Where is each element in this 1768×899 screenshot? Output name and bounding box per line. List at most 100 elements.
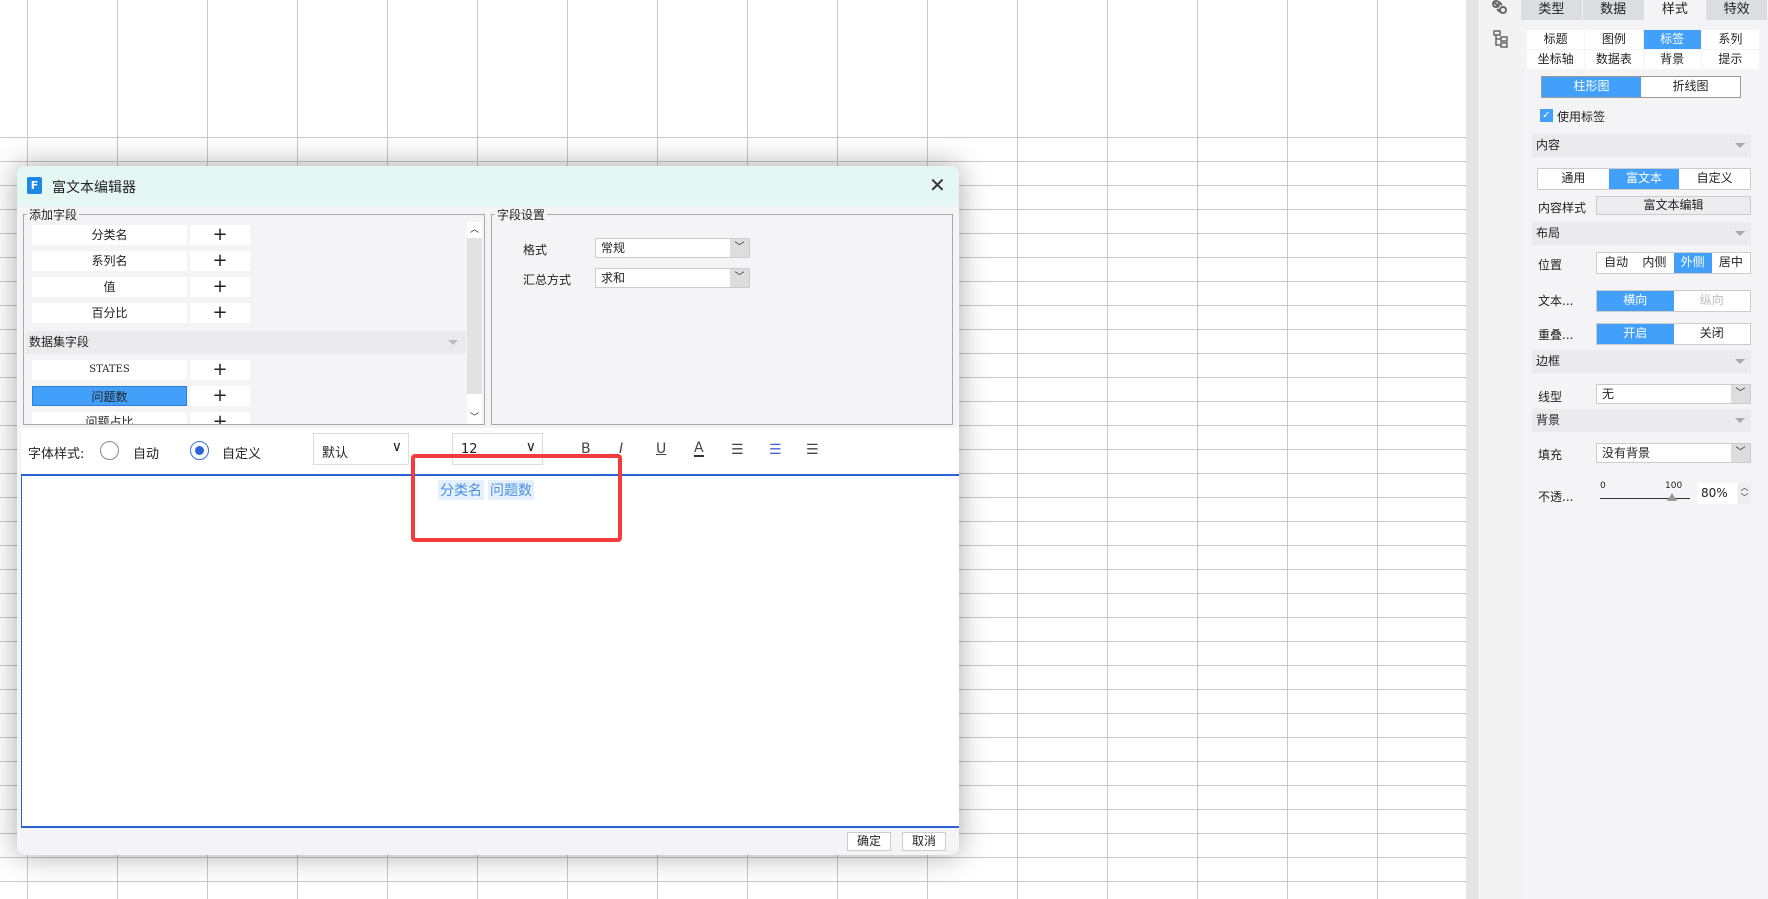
field-percent[interactable]: 百分比 <box>32 303 187 323</box>
font-family-select[interactable]: 默认 ∨ <box>313 433 409 465</box>
tab-effects[interactable]: 特效 <box>1706 0 1767 20</box>
subtab-legend[interactable]: 图例 <box>1585 30 1643 49</box>
subtab-series[interactable]: 系列 <box>1701 30 1759 49</box>
subtab-title[interactable]: 标题 <box>1527 30 1585 49</box>
opacity-max: 100 <box>1665 481 1683 491</box>
align-center-icon[interactable]: ☰ <box>769 442 782 458</box>
position-label: 位置 <box>1538 258 1563 272</box>
collapse-icon <box>1735 418 1745 423</box>
section-border[interactable]: 边框 <box>1532 350 1751 373</box>
align-right-icon[interactable]: ☰ <box>806 442 819 458</box>
radio-auto[interactable] <box>100 441 119 460</box>
position-auto[interactable]: 自动 <box>1597 253 1635 273</box>
line-type-select[interactable]: 无 ﹀ <box>1596 384 1751 404</box>
align-left-icon[interactable]: ☰ <box>731 442 744 458</box>
add-field-button[interactable]: + <box>190 360 250 380</box>
chevron-down-icon: ﹀ <box>730 239 749 257</box>
section-title: 内容 <box>1536 138 1561 152</box>
chart-type-bar[interactable]: 柱形图 <box>1542 77 1641 97</box>
use-label-checkbox[interactable]: ✓ <box>1540 109 1553 122</box>
field-series-name[interactable]: 系列名 <box>32 251 187 271</box>
opacity-input[interactable]: 80% <box>1697 483 1737 504</box>
overlap-on[interactable]: 开启 <box>1597 324 1674 344</box>
chevron-down-icon: ﹀ <box>1731 385 1750 403</box>
dialog-title: 富文本编辑器 <box>52 180 136 196</box>
overlap-off[interactable]: 关闭 <box>1674 324 1751 344</box>
richtext-edit-button[interactable]: 富文本编辑 <box>1596 196 1751 215</box>
sheet-scrollbar[interactable] <box>1466 0 1477 899</box>
opacity-spinner[interactable]: ︿ ﹀ <box>1738 483 1751 504</box>
opacity-slider-thumb[interactable] <box>1667 493 1677 501</box>
add-field-button[interactable]: + <box>190 303 250 323</box>
scroll-down-icon[interactable]: ﹀ <box>467 394 482 424</box>
chevron-down-icon: ﹀ <box>730 269 749 287</box>
list-item: 百分比 + <box>32 303 252 323</box>
opacity-min: 0 <box>1600 481 1606 491</box>
chevron-down-icon: ∨ <box>525 439 536 455</box>
list-item: 分类名 + <box>32 225 252 245</box>
cancel-button[interactable]: 取消 <box>902 832 946 851</box>
dataset-field-states[interactable]: STATES <box>32 360 187 380</box>
subtab-tooltip[interactable]: 提示 <box>1701 50 1759 69</box>
position-center[interactable]: 居中 <box>1712 253 1750 273</box>
field-value[interactable]: 值 <box>32 277 187 297</box>
tree-structure-icon[interactable] <box>1493 30 1509 48</box>
subtab-label[interactable]: 标签 <box>1643 30 1701 49</box>
highlight-annotation-box <box>411 454 622 542</box>
style-panel: 类型 数据 样式 特效 标题 图例 标签 系列 坐标轴 数据表 背景 提示 柱形… <box>1521 0 1768 899</box>
ok-button[interactable]: 确定 <box>847 832 891 851</box>
add-field-button[interactable]: + <box>190 412 250 424</box>
content-mode-general[interactable]: 通用 <box>1538 169 1609 189</box>
subtab-datatable[interactable]: 数据表 <box>1585 50 1643 69</box>
underline-button[interactable]: U <box>656 441 666 457</box>
content-style-label: 内容样式 <box>1538 201 1587 215</box>
section-content[interactable]: 内容 <box>1532 134 1751 157</box>
field-category-name[interactable]: 分类名 <box>32 225 187 245</box>
radio-custom[interactable] <box>190 441 209 460</box>
scroll-up-icon[interactable]: ︿ <box>467 222 482 238</box>
fill-label: 填充 <box>1538 448 1563 462</box>
format-value: 常规 <box>601 241 626 255</box>
content-mode-custom[interactable]: 自定义 <box>1679 169 1750 189</box>
text-vertical[interactable]: 纵向 <box>1674 291 1751 311</box>
add-field-button[interactable]: + <box>190 251 250 271</box>
section-title: 数据集字段 <box>29 335 90 349</box>
add-field-button[interactable]: + <box>190 386 250 406</box>
position-outside[interactable]: 外侧 <box>1673 253 1712 273</box>
subtab-background[interactable]: 背景 <box>1643 50 1701 69</box>
opacity-label: 不透... <box>1538 490 1574 504</box>
tab-style[interactable]: 样式 <box>1644 0 1706 20</box>
add-field-button[interactable]: + <box>190 225 250 245</box>
list-item: 问题数 + <box>32 386 252 406</box>
format-select[interactable]: 常规 ﹀ <box>595 238 750 258</box>
collapse-icon <box>1735 143 1745 148</box>
tab-data[interactable]: 数据 <box>1582 0 1644 20</box>
font-color-button[interactable]: A <box>694 441 704 457</box>
content-mode-richtext[interactable]: 富文本 <box>1608 169 1680 189</box>
list-item: 问题占比 + <box>32 412 252 424</box>
add-field-button[interactable]: + <box>190 277 250 297</box>
section-title: 背景 <box>1536 413 1561 427</box>
dataset-field-issue-count[interactable]: 问题数 <box>32 386 187 406</box>
overlap-label: 重叠... <box>1538 328 1574 342</box>
text-horizontal[interactable]: 横向 <box>1597 291 1674 311</box>
aggregation-label: 汇总方式 <box>523 273 572 287</box>
position-inside[interactable]: 内侧 <box>1635 253 1673 273</box>
radio-custom-label: 自定义 <box>222 447 262 462</box>
chart-type-line[interactable]: 折线图 <box>1641 77 1740 97</box>
aggregation-value: 求和 <box>601 271 626 285</box>
field-list-scrollbar[interactable]: ︿ ﹀ <box>467 222 482 424</box>
section-layout[interactable]: 布局 <box>1532 222 1751 245</box>
link-icon[interactable] <box>1491 0 1509 14</box>
aggregation-select[interactable]: 求和 ﹀ <box>595 268 750 288</box>
dataset-fields-header[interactable]: 数据集字段 <box>26 331 466 354</box>
dataset-field-issue-ratio[interactable]: 问题占比 <box>32 412 187 424</box>
close-icon[interactable]: ✕ <box>929 173 946 197</box>
section-background[interactable]: 背景 <box>1532 409 1751 432</box>
fill-select[interactable]: 没有背景 ﹀ <box>1596 443 1751 463</box>
subtab-axis[interactable]: 坐标轴 <box>1527 50 1585 69</box>
list-item: STATES + <box>32 360 252 380</box>
line-type-value: 无 <box>1602 387 1615 401</box>
chevron-down-icon: ∨ <box>391 439 402 455</box>
tab-type[interactable]: 类型 <box>1521 0 1582 20</box>
